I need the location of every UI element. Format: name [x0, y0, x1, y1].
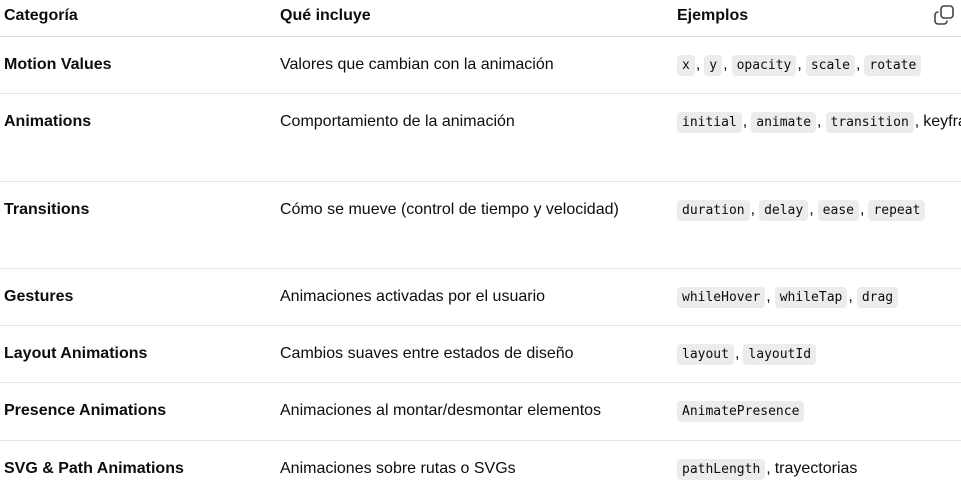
code-example: layoutId [743, 344, 817, 365]
code-example: transition [825, 112, 914, 133]
header-examples: Ejemplos [677, 7, 749, 24]
example-suffix: keyframes [923, 113, 961, 130]
code-example: layout [677, 344, 734, 365]
code-example: delay [759, 200, 809, 221]
table-row: SVG & Path Animations Animaciones sobre r… [0, 441, 961, 496]
row-category: Animations [4, 113, 92, 130]
row-description: Animaciones sobre rutas o SVGs [280, 460, 516, 477]
code-example: ease [817, 200, 859, 221]
code-example: whileTap [774, 287, 848, 308]
row-description: Animaciones activadas por el usuario [280, 288, 546, 305]
table-row: Presence Animations Animaciones al montar… [0, 383, 961, 441]
code-example: pathLength [677, 459, 766, 480]
code-example: AnimatePresence [677, 401, 805, 422]
header-includes: Qué incluye [280, 7, 371, 24]
row-description: Animaciones al montar/desmontar elemento… [280, 402, 602, 419]
copy-icon [934, 5, 954, 25]
code-example: x [677, 55, 695, 76]
table-row: Motion Values Valores que cambian con la … [0, 37, 961, 94]
row-category: Presence Animations [4, 402, 167, 419]
code-example: rotate [864, 55, 922, 76]
row-examples: initial,animate,transition,keyframes [677, 107, 961, 138]
table-row: Layout Animations Cambios suaves entre es… [0, 326, 961, 383]
row-examples: x, y, opacity, scale, rotate [677, 50, 957, 81]
code-example: repeat [868, 200, 926, 221]
row-description: Cómo se mueve (control de tiempo y veloc… [280, 201, 619, 218]
copy-table-button[interactable] [932, 3, 956, 27]
row-category: Layout Animations [4, 345, 148, 362]
code-example: drag [856, 287, 899, 308]
example-suffix: trayectorias [774, 460, 858, 477]
data-table: Categoría Qué incluye Ejemplos Motion Va… [0, 0, 961, 496]
code-example: y [704, 55, 723, 76]
header-category: Categoría [4, 7, 78, 24]
row-examples: duration, delay, ease, repeat [677, 195, 957, 226]
table-row: Gestures Animaciones activadas por el usu… [0, 269, 961, 326]
table-row: Transitions Cómo se mueve (control de tie… [0, 182, 961, 269]
row-description: Cambios suaves entre estados de diseño [280, 345, 574, 362]
row-category: SVG & Path Animations [4, 460, 184, 477]
code-example: scale [805, 55, 855, 76]
row-description: Valores que cambian con la animación [280, 56, 554, 73]
code-example: whileHover [677, 287, 766, 308]
code-example: animate [751, 112, 817, 133]
row-examples: whileHover, whileTap, drag [677, 282, 957, 313]
row-examples: AnimatePresence [677, 396, 957, 427]
table-header: Categoría Qué incluye Ejemplos [0, 0, 961, 37]
row-category: Motion Values [4, 56, 112, 73]
table-row: Animations Comportamiento de la animación… [0, 94, 961, 182]
code-example: duration [677, 200, 750, 221]
code-example: opacity [731, 55, 797, 76]
row-description: Comportamiento de la animación [280, 113, 515, 130]
row-examples: pathLength, trayectorias [677, 454, 957, 485]
row-category: Gestures [4, 288, 74, 305]
code-example: initial [677, 112, 742, 133]
row-examples: layout, layoutId [677, 339, 957, 370]
row-category: Transitions [4, 201, 90, 218]
